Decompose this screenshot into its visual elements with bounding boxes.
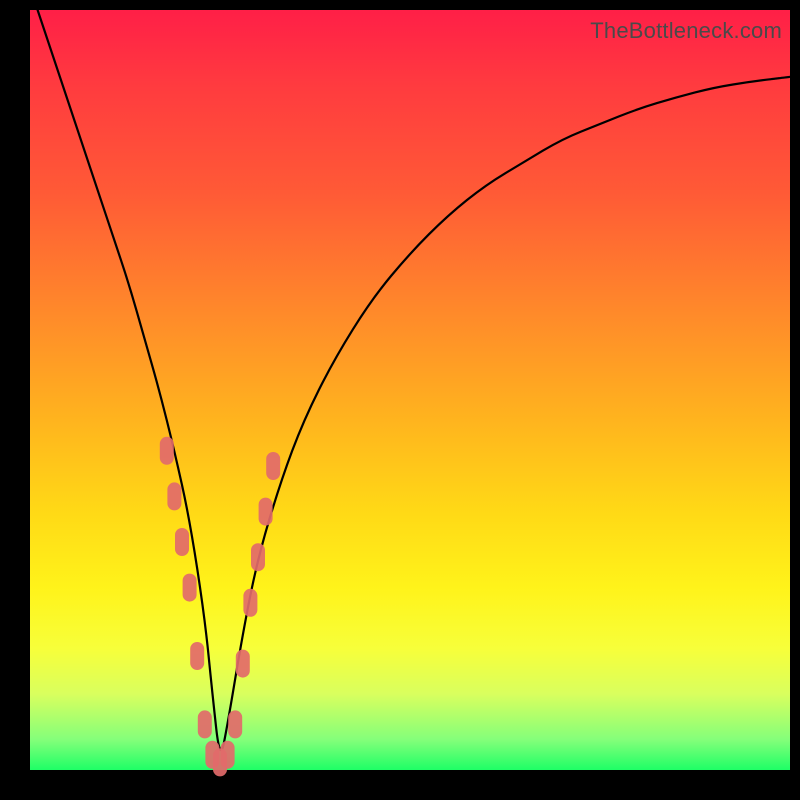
- highlight-marker: [198, 710, 212, 738]
- highlight-marker: [266, 452, 280, 480]
- marker-layer: [160, 437, 280, 777]
- chart-svg: [30, 10, 790, 770]
- highlight-marker: [175, 528, 189, 556]
- highlight-marker: [236, 650, 250, 678]
- highlight-marker: [251, 543, 265, 571]
- highlight-marker: [190, 642, 204, 670]
- highlight-marker: [243, 589, 257, 617]
- chart-frame: TheBottleneck.com: [0, 0, 800, 800]
- highlight-marker: [259, 498, 273, 526]
- highlight-marker: [160, 437, 174, 465]
- highlight-marker: [167, 482, 181, 510]
- highlight-marker: [228, 710, 242, 738]
- curve-layer: [38, 10, 790, 750]
- highlight-marker: [221, 741, 235, 769]
- bottleneck-curve-path: [38, 10, 790, 750]
- plot-area: TheBottleneck.com: [30, 10, 790, 770]
- highlight-marker: [183, 574, 197, 602]
